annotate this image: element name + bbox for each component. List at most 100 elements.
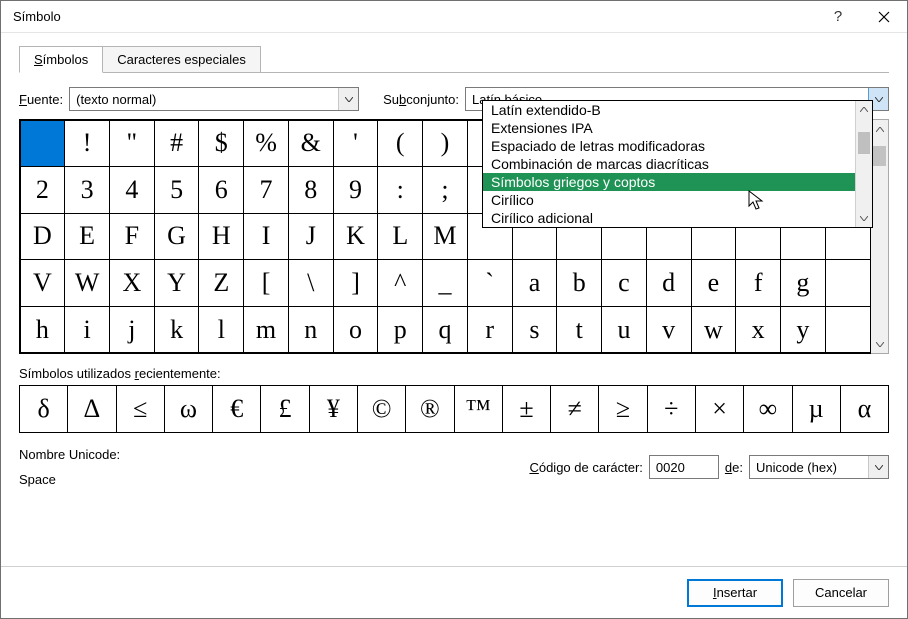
grid-scrollbar[interactable] xyxy=(871,119,889,354)
char-cell[interactable]: 7 xyxy=(243,166,289,214)
char-cell[interactable]: o xyxy=(333,306,379,354)
char-cell[interactable]: k xyxy=(154,306,200,354)
char-cell[interactable]: w xyxy=(691,306,737,354)
char-cell[interactable]: _ xyxy=(422,259,468,307)
char-cell[interactable]: 3 xyxy=(64,166,110,214)
dropdown-scrollbar[interactable] xyxy=(855,101,872,227)
encoding-combo-button[interactable] xyxy=(868,456,888,478)
char-cell[interactable]: b xyxy=(556,259,602,307)
dropdown-scroll-up[interactable] xyxy=(856,101,872,118)
char-cell[interactable]: ; xyxy=(422,166,468,214)
char-cell[interactable]: 4 xyxy=(109,166,155,214)
char-cell[interactable] xyxy=(825,259,871,307)
recent-char-cell[interactable]: ® xyxy=(406,386,454,432)
char-cell[interactable]: K xyxy=(333,213,379,261)
recent-char-cell[interactable]: ω xyxy=(165,386,213,432)
char-cell[interactable]: # xyxy=(154,120,200,168)
subset-option[interactable]: Cirílico adicional xyxy=(483,209,855,227)
recent-char-cell[interactable]: ™ xyxy=(455,386,503,432)
char-cell[interactable] xyxy=(20,120,66,168)
char-cell[interactable]: e xyxy=(691,259,737,307)
scroll-up-button[interactable] xyxy=(871,120,888,138)
char-cell[interactable] xyxy=(825,306,871,354)
char-cell[interactable]: ` xyxy=(467,259,513,307)
char-cell[interactable]: " xyxy=(109,120,155,168)
char-cell[interactable]: J xyxy=(288,213,334,261)
char-cell[interactable]: ^ xyxy=(377,259,423,307)
recent-symbols-grid[interactable]: δΔ≤ω€£¥©®™±≠≥÷×∞µα xyxy=(19,385,889,433)
char-cell[interactable]: Z xyxy=(198,259,244,307)
char-cell[interactable]: 9 xyxy=(333,166,379,214)
char-cell[interactable]: p xyxy=(377,306,423,354)
char-cell[interactable]: j xyxy=(109,306,155,354)
subset-option[interactable]: Extensiones IPA xyxy=(483,119,855,137)
char-cell[interactable]: L xyxy=(377,213,423,261)
font-combo-button[interactable] xyxy=(338,88,358,110)
subset-dropdown[interactable]: Latín extendido-BExtensiones IPAEspaciad… xyxy=(482,100,873,228)
char-cell[interactable]: & xyxy=(288,120,334,168)
encoding-combo[interactable]: Unicode (hex) xyxy=(749,455,889,479)
char-cell[interactable]: \ xyxy=(288,259,334,307)
recent-char-cell[interactable]: £ xyxy=(261,386,309,432)
char-cell[interactable]: x xyxy=(735,306,781,354)
char-cell[interactable]: f xyxy=(735,259,781,307)
scroll-thumb[interactable] xyxy=(873,146,886,166)
char-cell[interactable]: V xyxy=(20,259,66,307)
char-cell[interactable]: 6 xyxy=(198,166,244,214)
char-cell[interactable]: % xyxy=(243,120,289,168)
subset-option[interactable]: Combinación de marcas diacríticas xyxy=(483,155,855,173)
recent-char-cell[interactable]: ≥ xyxy=(599,386,647,432)
char-cell[interactable]: h xyxy=(20,306,66,354)
char-cell[interactable]: X xyxy=(109,259,155,307)
char-code-input[interactable] xyxy=(649,455,719,479)
char-cell[interactable]: v xyxy=(646,306,692,354)
close-button[interactable] xyxy=(861,1,907,33)
recent-char-cell[interactable]: ÷ xyxy=(648,386,696,432)
recent-char-cell[interactable]: Δ xyxy=(68,386,116,432)
char-cell[interactable]: F xyxy=(109,213,155,261)
scroll-track[interactable] xyxy=(871,138,888,335)
recent-char-cell[interactable]: µ xyxy=(793,386,841,432)
char-cell[interactable]: Y xyxy=(154,259,200,307)
recent-char-cell[interactable]: δ xyxy=(20,386,68,432)
recent-char-cell[interactable]: ¥ xyxy=(310,386,358,432)
recent-char-cell[interactable]: × xyxy=(696,386,744,432)
char-cell[interactable]: E xyxy=(64,213,110,261)
dropdown-scroll-track[interactable] xyxy=(856,118,872,210)
char-cell[interactable]: ' xyxy=(333,120,379,168)
char-cell[interactable]: M xyxy=(422,213,468,261)
char-cell[interactable]: r xyxy=(467,306,513,354)
char-cell[interactable]: c xyxy=(601,259,647,307)
char-cell[interactable]: I xyxy=(243,213,289,261)
char-cell[interactable]: : xyxy=(377,166,423,214)
tab-symbols[interactable]: Símbolos xyxy=(19,46,103,73)
char-cell[interactable]: s xyxy=(512,306,558,354)
recent-char-cell[interactable]: © xyxy=(358,386,406,432)
char-cell[interactable]: 8 xyxy=(288,166,334,214)
char-cell[interactable]: D xyxy=(20,213,66,261)
char-cell[interactable]: H xyxy=(198,213,244,261)
char-cell[interactable]: g xyxy=(780,259,826,307)
subset-option[interactable]: Espaciado de letras modificadoras xyxy=(483,137,855,155)
help-button[interactable]: ? xyxy=(815,1,861,33)
recent-char-cell[interactable]: ∞ xyxy=(744,386,792,432)
char-cell[interactable]: y xyxy=(780,306,826,354)
char-cell[interactable]: ! xyxy=(64,120,110,168)
char-cell[interactable]: a xyxy=(512,259,558,307)
cancel-button[interactable]: Cancelar xyxy=(793,579,889,607)
char-cell[interactable]: i xyxy=(64,306,110,354)
dropdown-scroll-down[interactable] xyxy=(856,210,872,227)
subset-option[interactable]: Cirílico xyxy=(483,191,855,209)
char-cell[interactable]: n xyxy=(288,306,334,354)
recent-char-cell[interactable]: ≠ xyxy=(551,386,599,432)
char-cell[interactable]: G xyxy=(154,213,200,261)
recent-char-cell[interactable]: ≤ xyxy=(117,386,165,432)
tab-special-characters[interactable]: Caracteres especiales xyxy=(102,46,261,72)
insert-button[interactable]: Insertar xyxy=(687,579,783,607)
font-combo[interactable]: (texto normal) xyxy=(69,87,359,111)
char-cell[interactable]: 5 xyxy=(154,166,200,214)
char-cell[interactable]: u xyxy=(601,306,647,354)
char-cell[interactable]: ] xyxy=(333,259,379,307)
char-cell[interactable]: ( xyxy=(377,120,423,168)
char-cell[interactable]: ) xyxy=(422,120,468,168)
